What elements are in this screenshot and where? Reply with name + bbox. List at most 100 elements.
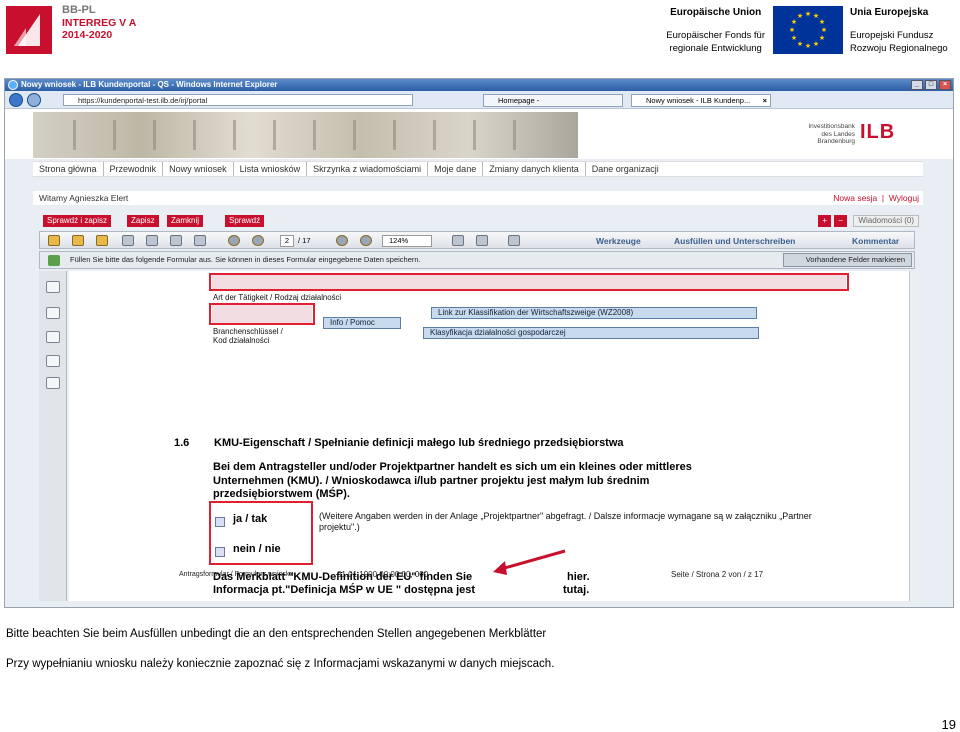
zoom-select[interactable]: 124%: [382, 235, 432, 247]
print-icon[interactable]: [170, 235, 182, 246]
interreg-logo-icon: [6, 6, 52, 54]
fullscreen-icon[interactable]: [476, 235, 488, 246]
ilb-full-name: Investitionsbank des Landes Brandenburg: [795, 123, 855, 146]
sme-no-label: nein / nie: [233, 543, 281, 555]
page-total: / 17: [298, 236, 311, 245]
ilb-text-line-3: Brandenburg: [817, 138, 855, 145]
back-icon[interactable]: [9, 93, 23, 107]
find-icon[interactable]: [46, 377, 60, 389]
forward-icon[interactable]: [27, 93, 41, 107]
site-navigation: Strona główna Przewodnik Nowy wniosek Lista…: [33, 161, 923, 177]
activity-label: Art der Tätigkeit / Rodzaj działalności: [213, 293, 342, 302]
footer-date: 01.01.1900 00:00:00, 000: [337, 570, 429, 579]
close-button[interactable]: Zamknij: [167, 215, 204, 227]
section-number: 1.6: [174, 437, 190, 449]
open-icon[interactable]: [48, 235, 60, 246]
nav-home[interactable]: Strona główna: [33, 162, 104, 176]
fit-page-icon[interactable]: [452, 235, 464, 246]
nav-organisation-data[interactable]: Dane organizacji: [586, 162, 665, 176]
tab-close-icon[interactable]: ×: [763, 95, 767, 106]
create-icon[interactable]: [72, 235, 84, 246]
info-help-button[interactable]: Info / Pomoc: [323, 317, 401, 329]
zoom-in-icon[interactable]: [360, 235, 372, 246]
page-number-input[interactable]: 2: [280, 235, 294, 247]
sme-yes-label: ja / tak: [233, 513, 268, 525]
layers-icon[interactable]: [46, 355, 60, 367]
further-info-note: (Weitere Angaben werden in der Anlage „P…: [319, 511, 812, 532]
eu-de-title: Europäische Union: [670, 7, 762, 18]
tab-new-application-label: Nowy wniosek - ILB Kundenp...: [646, 96, 751, 105]
highlight-fields-button[interactable]: Vorhandene Felder markieren: [782, 253, 912, 267]
ilb-logo: ILB: [860, 121, 896, 143]
upload-icon[interactable]: [122, 235, 134, 246]
save-icon[interactable]: [146, 235, 158, 246]
activity-input[interactable]: [212, 275, 846, 289]
section-title: KMU-Eigenschaft / Spełnianie definicji m…: [214, 437, 624, 449]
page-header: BB-PL INTERREG V A 2014-2020 Europäische…: [0, 0, 960, 70]
comment-menu[interactable]: Kommentar: [852, 234, 899, 248]
eu-pl-line-2: Rozwoju Regionalnego: [850, 43, 948, 54]
interreg-logo-text: BB-PL INTERREG V A 2014-2020: [62, 4, 136, 42]
tab-homepage[interactable]: Homepage -: [483, 94, 623, 107]
footer-page: Seite / Strona 2 von / z 17: [671, 570, 764, 579]
action-bar: Sprawdź i zapisz Zapisz Zamknij Sprawdź …: [33, 213, 923, 227]
zoom-out-icon[interactable]: [336, 235, 348, 246]
edit-icon[interactable]: [96, 235, 108, 246]
copy-icon[interactable]: [46, 307, 60, 319]
logo-line-3: 2014-2020: [62, 29, 113, 41]
tab-new-application[interactable]: Nowy wniosek - ILB Kundenp... ×: [631, 94, 771, 107]
nav-application-list[interactable]: Lista wniosków: [234, 162, 308, 176]
eu-label-de: Europäische Union Europäischer Fonds für…: [666, 6, 765, 55]
classification-link-pl[interactable]: Klasyfikacja działalności gospodarczej: [423, 327, 759, 339]
form-hint-bar: Füllen Sie bitte das folgende Formular a…: [39, 251, 915, 269]
svg-text:★: ★: [791, 34, 797, 42]
nav-new-application[interactable]: Nowy wniosek: [163, 162, 234, 176]
nav-client-data-changes[interactable]: Zmiany danych klienta: [483, 162, 586, 176]
site-banner: Investitionsbank des Landes Brandenburg …: [5, 109, 953, 159]
branch-code-input[interactable]: [212, 305, 312, 323]
portal-screenshot: Nowy wniosek - ILB Kundenportal - QS - W…: [4, 78, 954, 608]
fill-sign-menu[interactable]: Ausfüllen und Unterschreiben: [674, 234, 795, 248]
eu-pl-line-1: Europejski Fundusz: [850, 30, 934, 41]
nav-inbox[interactable]: Skrzynka z wiadomościami: [307, 162, 429, 176]
messages-button[interactable]: Wiadomości (0): [853, 215, 919, 227]
close-icon[interactable]: ×: [939, 80, 951, 90]
section-body: Bei dem Antragsteller und/oder Projektpa…: [213, 461, 692, 500]
svg-text:★: ★: [819, 18, 825, 26]
page-thumbnails-icon[interactable]: [46, 281, 60, 293]
svg-text:★: ★: [797, 40, 803, 48]
building-photo: [33, 112, 578, 158]
sme-yes-checkbox[interactable]: [215, 517, 225, 527]
eu-de-line-1: Europäischer Fonds für: [666, 30, 765, 41]
page-up-icon[interactable]: [228, 235, 240, 246]
pdf-scrollbar[interactable]: [909, 271, 919, 601]
expand-icon[interactable]: +: [818, 215, 831, 227]
email-icon[interactable]: [194, 235, 206, 246]
save-button[interactable]: Zapisz: [127, 215, 159, 227]
nav-my-data[interactable]: Moje dane: [428, 162, 484, 176]
nav-guide[interactable]: Przewodnik: [104, 162, 164, 176]
session-links: Nowa sesja | Wyloguj: [833, 193, 919, 203]
new-session-link[interactable]: Nowa sesja: [833, 193, 877, 203]
eu-flag-icon: ★ ★★ ★★★ ★★★ ★★★: [773, 6, 843, 54]
tools-menu[interactable]: Werkzeuge: [596, 234, 641, 248]
url-field[interactable]: https://kundenportal-test.ilb.de/irj/por…: [63, 94, 413, 106]
classification-link-de[interactable]: Link zur Klassifikation der Wirtschaftsz…: [431, 307, 757, 319]
pdf-page: Art der Tätigkeit / Rodzaj działalności …: [69, 271, 909, 601]
svg-text:★: ★: [805, 10, 811, 18]
check-and-save-button[interactable]: Sprawdź i zapisz: [43, 215, 112, 227]
check-button[interactable]: Sprawdź: [225, 215, 265, 227]
logo-line-2: INTERREG V A: [62, 16, 137, 29]
document-page-number: 19: [941, 717, 956, 732]
minimize-icon[interactable]: _: [911, 80, 923, 90]
pdf-sidebar: [39, 271, 67, 601]
guidance-link-pl[interactable]: tutaj.: [563, 584, 589, 596]
attachment-icon[interactable]: [46, 331, 60, 343]
collapse-icon[interactable]: −: [834, 215, 847, 227]
comment-tool-icon[interactable]: [508, 235, 520, 246]
logout-link[interactable]: Wyloguj: [889, 193, 919, 203]
sme-no-checkbox[interactable]: [215, 547, 225, 557]
branch-label-2: Kod działalności: [213, 336, 270, 345]
page-down-icon[interactable]: [252, 235, 264, 246]
maximize-icon[interactable]: □: [925, 80, 937, 90]
